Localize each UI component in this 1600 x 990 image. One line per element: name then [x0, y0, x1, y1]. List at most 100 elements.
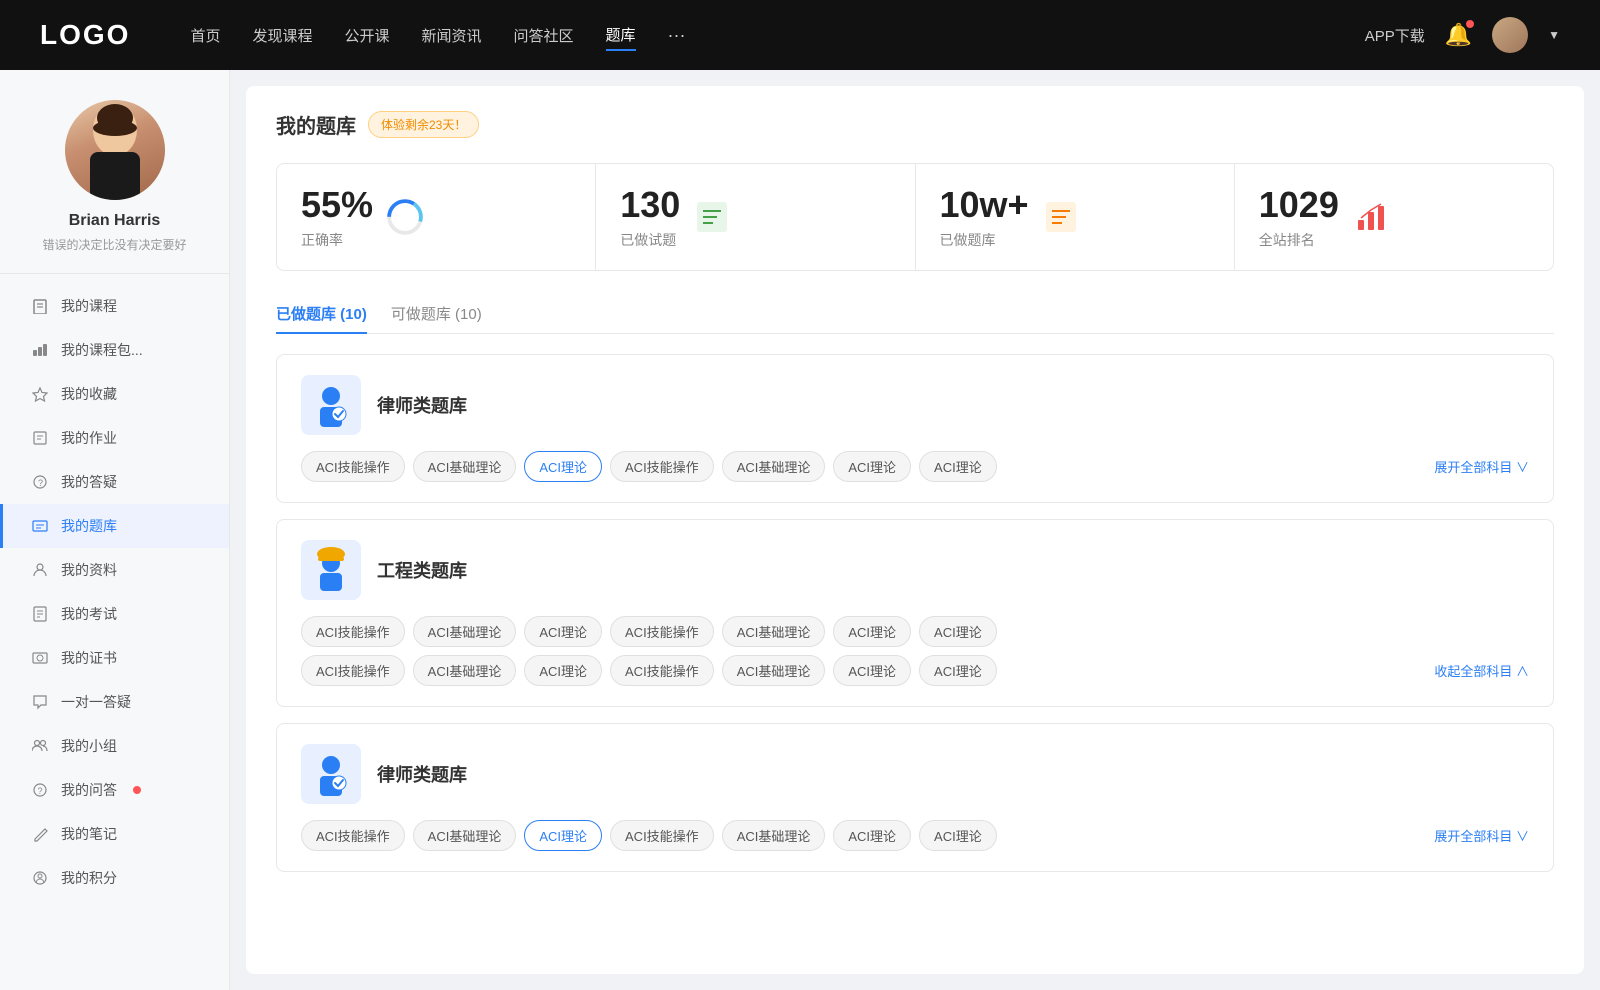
tag-item[interactable]: ACI技能操作	[301, 451, 405, 482]
sidebar-item-group[interactable]: 我的小组	[0, 724, 229, 768]
tags-row-2b: ACI技能操作 ACI基础理论 ACI理论 ACI技能操作 ACI基础理论 AC…	[301, 655, 1529, 686]
sidebar-item-course[interactable]: 我的课程	[0, 284, 229, 328]
qbank-title: 律师类题库	[377, 761, 467, 787]
sidebar-item-exam[interactable]: 我的考试	[0, 592, 229, 636]
tag-item[interactable]: ACI基础理论	[722, 655, 826, 686]
avatar-svg	[65, 100, 165, 200]
sidebar-item-questions[interactable]: ? 我的答疑	[0, 460, 229, 504]
tag-item[interactable]: ACI基础理论	[413, 820, 517, 851]
tag-item[interactable]: ACI基础理论	[413, 616, 517, 647]
tag-item[interactable]: ACI基础理论	[722, 451, 826, 482]
nav-discover[interactable]: 发现课程	[252, 21, 312, 50]
sidebar-item-notes[interactable]: 我的笔记	[0, 812, 229, 856]
sidebar-item-label: 我的小组	[61, 736, 117, 756]
tag-item[interactable]: ACI理论	[524, 655, 602, 686]
tag-item[interactable]: ACI技能操作	[610, 451, 714, 482]
sidebar-item-profile[interactable]: 我的资料	[0, 548, 229, 592]
tab-done-banks[interactable]: 已做题库 (10)	[276, 295, 367, 334]
avatar-image	[1492, 17, 1528, 53]
app-download[interactable]: APP下载	[1365, 25, 1425, 46]
tag-item[interactable]: ACI理论	[524, 451, 602, 482]
user-avatar[interactable]	[1492, 17, 1528, 53]
tab-available-banks[interactable]: 可做题库 (10)	[391, 295, 482, 334]
navbar: LOGO 首页 发现课程 公开课 新闻资讯 问答社区 题库 ··· APP下载 …	[0, 0, 1600, 70]
svg-text:?: ?	[38, 786, 43, 796]
avatar-chevron-icon[interactable]: ▼	[1548, 28, 1560, 42]
sidebar-item-1on1[interactable]: 一对一答疑	[0, 680, 229, 724]
tag-item[interactable]: ACI理论	[919, 655, 997, 686]
tag-item[interactable]: ACI基础理论	[722, 616, 826, 647]
sidebar-item-label: 我的笔记	[61, 824, 117, 844]
course-icon	[31, 297, 49, 315]
tag-item[interactable]: ACI理论	[524, 616, 602, 647]
qbank-header: 工程类题库	[301, 540, 1529, 600]
nav-opencourse[interactable]: 公开课	[344, 21, 389, 50]
tag-item[interactable]: ACI技能操作	[301, 820, 405, 851]
tag-item[interactable]: ACI理论	[919, 820, 997, 851]
tag-item[interactable]: ACI技能操作	[301, 655, 405, 686]
tag-item[interactable]: ACI理论	[833, 820, 911, 851]
expand-button[interactable]: 展开全部科目 ∨	[1434, 457, 1529, 476]
qa-notification-dot	[133, 786, 141, 794]
notification-bell[interactable]: 🔔	[1445, 22, 1472, 48]
tag-item[interactable]: ACI基础理论	[413, 451, 517, 482]
qbank-header: 律师类题库	[301, 744, 1529, 804]
qa-icon: ?	[31, 781, 49, 799]
coursepack-icon	[31, 341, 49, 359]
stat-done-b-label: 已做题库	[940, 230, 1029, 250]
tag-item[interactable]: ACI理论	[833, 655, 911, 686]
nav-qa[interactable]: 问答社区	[514, 21, 574, 50]
nav-home[interactable]: 首页	[190, 21, 220, 50]
tabs: 已做题库 (10) 可做题库 (10)	[276, 295, 1554, 334]
tag-item[interactable]: ACI技能操作	[610, 616, 714, 647]
sidebar-item-coursepack[interactable]: 我的课程包...	[0, 328, 229, 372]
sidebar-item-label: 我的积分	[61, 868, 117, 888]
group-icon	[31, 737, 49, 755]
qbank-section-lawyer-1: 律师类题库 ACI技能操作 ACI基础理论 ACI理论 ACI技能操作 ACI基…	[276, 354, 1554, 503]
collapse-button[interactable]: 收起全部科目 ∧	[1434, 661, 1529, 680]
sidebar-profile: Brian Harris 错误的决定比没有决定要好	[0, 70, 229, 274]
sidebar-item-qbank[interactable]: 我的题库	[0, 504, 229, 548]
nav-qbank[interactable]: 题库	[606, 20, 636, 51]
page-title: 我的题库	[276, 110, 356, 139]
trial-badge: 体验剩余23天！	[368, 111, 479, 138]
nav-news[interactable]: 新闻资讯	[422, 21, 482, 50]
qbank-icon-lawyer	[301, 375, 361, 435]
stat-done-questions: 130 已做试题	[596, 164, 915, 270]
svg-text:?: ?	[38, 478, 43, 488]
sidebar-item-myqa[interactable]: ? 我的问答	[0, 768, 229, 812]
sidebar-item-points[interactable]: 我的积分	[0, 856, 229, 900]
sidebar-item-homework[interactable]: 我的作业	[0, 416, 229, 460]
main-layout: Brian Harris 错误的决定比没有决定要好 我的课程 我的课程包...	[0, 70, 1600, 990]
certificate-icon	[31, 649, 49, 667]
sidebar-item-label: 我的证书	[61, 648, 117, 668]
done-banks-icon	[1041, 197, 1081, 237]
tag-item[interactable]: ACI技能操作	[610, 820, 714, 851]
stat-rank-label: 全站排名	[1259, 230, 1339, 250]
tag-item[interactable]: ACI理论	[833, 451, 911, 482]
stat-rank: 1029 全站排名	[1235, 164, 1553, 270]
list-icon-green	[693, 198, 731, 236]
nav-more[interactable]: ···	[668, 25, 686, 46]
tag-item[interactable]: ACI理论	[524, 820, 602, 851]
tag-item[interactable]: ACI技能操作	[301, 616, 405, 647]
tag-item[interactable]: ACI技能操作	[610, 655, 714, 686]
sidebar-item-label: 我的资料	[61, 560, 117, 580]
pie-chart-svg	[387, 199, 423, 235]
stat-done-banks: 10w+ 已做题库	[916, 164, 1235, 270]
notification-dot	[1466, 20, 1474, 28]
sidebar-item-label: 我的题库	[61, 516, 117, 536]
sidebar-item-favorites[interactable]: 我的收藏	[0, 372, 229, 416]
sidebar-username: Brian Harris	[20, 212, 209, 230]
nav-links: 首页 发现课程 公开课 新闻资讯 问答社区 题库 ···	[190, 20, 1364, 51]
tag-item[interactable]: ACI基础理论	[722, 820, 826, 851]
expand-button-2[interactable]: 展开全部科目 ∨	[1434, 826, 1529, 845]
rank-icon	[1351, 197, 1391, 237]
tag-item[interactable]: ACI基础理论	[413, 655, 517, 686]
tag-item[interactable]: ACI理论	[919, 616, 997, 647]
tag-item[interactable]: ACI理论	[919, 451, 997, 482]
lawyer2-svg	[306, 749, 356, 799]
sidebar-item-certificate[interactable]: 我的证书	[0, 636, 229, 680]
tag-item[interactable]: ACI理论	[833, 616, 911, 647]
sidebar-item-label: 我的收藏	[61, 384, 117, 404]
